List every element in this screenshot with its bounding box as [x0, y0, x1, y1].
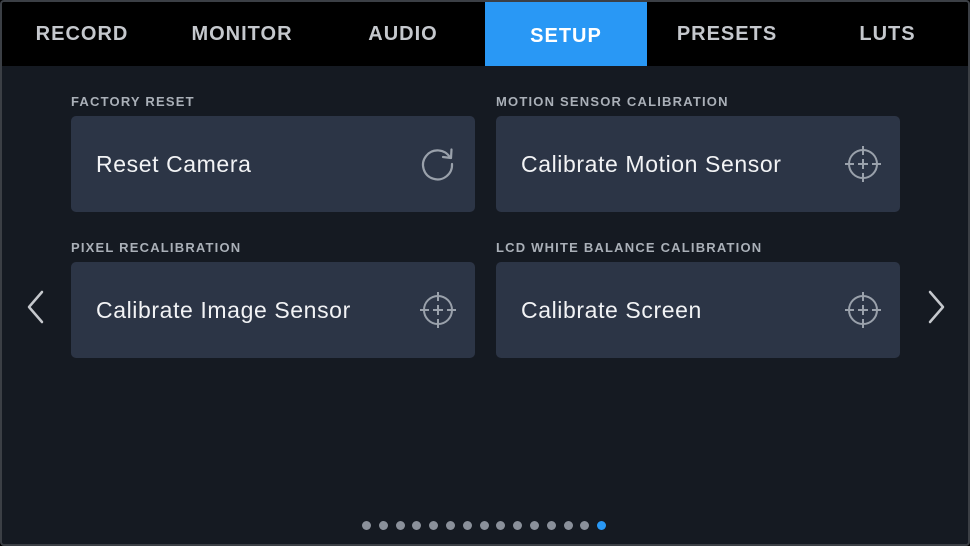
tab-bar: RECORD MONITOR AUDIO SETUP PRESETS LUTS — [2, 2, 968, 66]
page-dot[interactable] — [529, 521, 539, 530]
page-dot[interactable] — [412, 521, 422, 530]
page-dot[interactable] — [496, 521, 506, 530]
calibrate-image-sensor-label: Calibrate Image Sensor — [96, 296, 351, 323]
calibrate-motion-sensor-button[interactable]: Calibrate Motion Sensor — [496, 116, 900, 212]
tab-presets[interactable]: PRESETS — [647, 2, 807, 66]
crosshair-icon — [844, 145, 882, 183]
page-dot-active[interactable] — [597, 521, 607, 530]
calibrate-screen-label: Calibrate Screen — [521, 296, 702, 323]
page-dot[interactable] — [395, 521, 405, 530]
reset-icon — [419, 145, 457, 183]
page-dot[interactable] — [462, 521, 472, 530]
chevron-right-icon[interactable] — [920, 287, 950, 327]
tab-audio[interactable]: AUDIO — [322, 2, 484, 66]
page-dot[interactable] — [429, 521, 439, 530]
setup-screen: RECORD MONITOR AUDIO SETUP PRESETS LUTS … — [0, 0, 970, 546]
factory-reset-label: FACTORY RESET — [71, 94, 195, 109]
calibrate-motion-sensor-label: Calibrate Motion Sensor — [521, 150, 782, 177]
page-dot[interactable] — [362, 521, 371, 530]
tab-setup[interactable]: SETUP — [485, 2, 647, 66]
calibrate-image-sensor-button[interactable]: Calibrate Image Sensor — [71, 262, 475, 358]
page-dot[interactable] — [546, 521, 556, 530]
page-dot[interactable] — [378, 521, 388, 530]
pixel-recalibration-label: PIXEL RECALIBRATION — [71, 240, 242, 255]
crosshair-icon — [419, 291, 457, 329]
calibrate-screen-button[interactable]: Calibrate Screen — [496, 262, 900, 358]
tab-record[interactable]: RECORD — [2, 2, 162, 66]
tab-luts[interactable]: LUTS — [807, 2, 968, 66]
page-indicator — [362, 521, 614, 533]
page-dot[interactable] — [445, 521, 455, 530]
motion-sensor-calibration-label: MOTION SENSOR CALIBRATION — [496, 94, 729, 109]
page-dot[interactable] — [563, 521, 573, 530]
tab-monitor[interactable]: MONITOR — [162, 2, 322, 66]
crosshair-icon — [844, 291, 882, 329]
reset-camera-label: Reset Camera — [96, 150, 252, 177]
chevron-left-icon[interactable] — [22, 287, 52, 327]
lcd-white-balance-calibration-label: LCD WHITE BALANCE CALIBRATION — [496, 240, 763, 255]
page-dot[interactable] — [479, 521, 489, 530]
page-dot[interactable] — [513, 521, 523, 530]
reset-camera-button[interactable]: Reset Camera — [71, 116, 475, 212]
page-dot[interactable] — [580, 521, 590, 530]
